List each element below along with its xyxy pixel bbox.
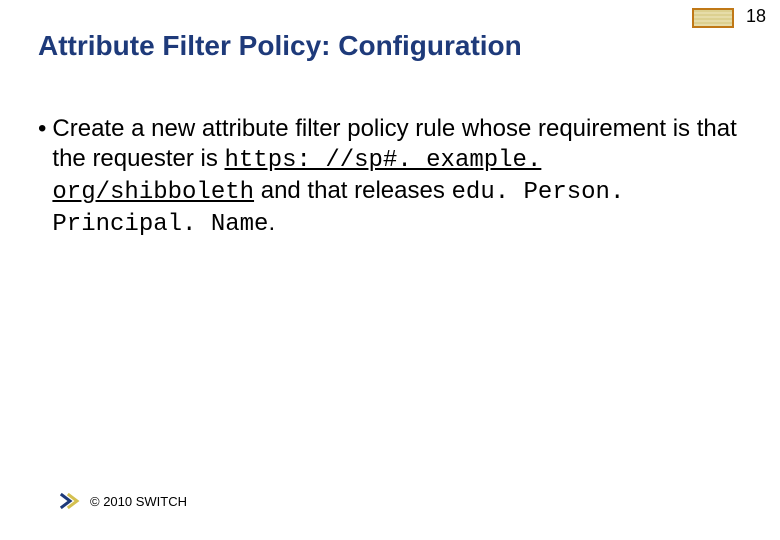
page-indicator-box — [692, 8, 734, 28]
page-number: 18 — [746, 6, 766, 27]
bullet-item: • Create a new attribute filter policy r… — [38, 114, 742, 240]
switch-logo-icon — [60, 492, 80, 510]
bullet-mid: and that releases — [254, 177, 451, 204]
footer: © 2010 SWITCH — [60, 492, 187, 510]
bullet-marker: • — [38, 114, 52, 240]
bullet-tail: . — [268, 209, 275, 236]
slide: 18 Attribute Filter Policy: Configuratio… — [0, 0, 780, 540]
copyright-text: © 2010 SWITCH — [90, 494, 187, 509]
slide-title: Attribute Filter Policy: Configuration — [38, 30, 522, 62]
slide-body: • Create a new attribute filter policy r… — [38, 114, 742, 240]
bullet-text: Create a new attribute filter policy rul… — [52, 114, 742, 240]
